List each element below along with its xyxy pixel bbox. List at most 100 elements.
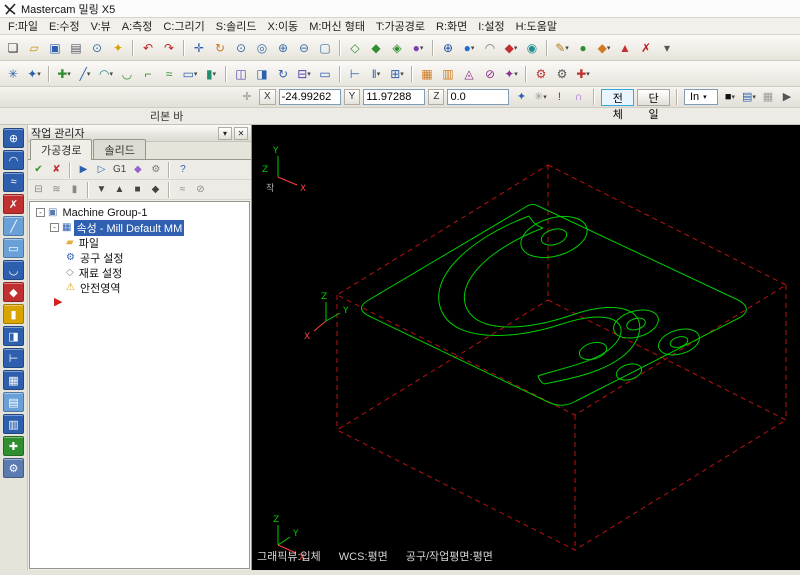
insert-marker-icon[interactable]: ◆: [147, 182, 164, 198]
create-line-icon[interactable]: ╱ ▾: [75, 64, 95, 84]
z-coordinate-input[interactable]: [447, 89, 510, 105]
tab-solids[interactable]: 솔리드: [93, 139, 146, 159]
stop-icon[interactable]: ■: [129, 182, 146, 198]
mru-arc-icon[interactable]: ◠: [3, 150, 24, 170]
viewport-canvas[interactable]: Y Z X 작 Z Y X Z Y X: [252, 125, 800, 570]
break-two-pieces-icon[interactable]: ‖ ▾: [366, 64, 386, 84]
menu-create[interactable]: C:그리기: [158, 17, 209, 35]
analyze-dynamic-icon[interactable]: ● ▾: [459, 38, 479, 58]
xform-scale-icon[interactable]: ▭: [315, 64, 335, 84]
dropdown-arrow-icon[interactable]: ▾: [586, 70, 590, 78]
dropdown-arrow-icon[interactable]: ▾: [607, 44, 611, 52]
dropdown-arrow-icon[interactable]: ▾: [307, 70, 311, 78]
zoom-out-icon[interactable]: ⊖: [294, 38, 314, 58]
zoom-in-icon[interactable]: ⊕: [273, 38, 293, 58]
regen-all-icon[interactable]: ▶: [75, 162, 92, 178]
red-cone-icon[interactable]: ▲: [615, 38, 635, 58]
create-spline-icon[interactable]: ≈: [159, 64, 179, 84]
display-options-icon[interactable]: ● ▾: [408, 38, 428, 58]
attributes-grid-icon[interactable]: ▦: [759, 89, 777, 106]
dropdown-arrow-icon[interactable]: ▾: [514, 70, 518, 78]
dropdown-arrow-icon[interactable]: ▾: [732, 93, 736, 101]
menu-settings[interactable]: I:설정: [473, 17, 509, 35]
dropdown-arrow-icon[interactable]: ▾: [109, 70, 113, 78]
dropdown-arrow-icon[interactable]: ▾: [752, 93, 756, 101]
units-dropdown[interactable]: In ▾: [683, 89, 718, 105]
menu-screen[interactable]: R:화면: [431, 17, 472, 35]
create-fillet-icon[interactable]: ◡: [117, 64, 137, 84]
y-coordinate-input[interactable]: [363, 89, 426, 105]
machine-def-icon[interactable]: ⚙: [531, 64, 551, 84]
more-options-icon[interactable]: ▾: [657, 38, 677, 58]
toolpath-list-icon[interactable]: ≋: [48, 182, 65, 198]
z-axis-button[interactable]: Z: [428, 89, 445, 105]
fit-screen-icon[interactable]: ▢: [315, 38, 335, 58]
backplot-g1-icon[interactable]: G1: [111, 162, 128, 178]
tree-expand-icon[interactable]: -: [50, 223, 59, 232]
menu-machine-type[interactable]: M:머신 형태: [304, 17, 370, 35]
create-chamfer-icon[interactable]: ⌐: [138, 64, 158, 84]
graphics-viewport[interactable]: Y Z X 작 Z Y X Z Y X 그래픽뷰:입체 WCS:평면 공구/작업…: [252, 125, 800, 570]
tree-expand-icon[interactable]: -: [36, 208, 45, 217]
file-properties-icon[interactable]: ⊙: [87, 38, 107, 58]
dropdown-arrow-icon[interactable]: ▾: [194, 70, 198, 78]
move-down-icon[interactable]: ▼: [93, 182, 110, 198]
purple-star-icon[interactable]: ✦ ▾: [501, 64, 521, 84]
menu-edit[interactable]: E:수정: [44, 17, 85, 35]
scroll-icon[interactable]: ≈: [174, 182, 191, 198]
dropdown-arrow-icon[interactable]: ▾: [514, 44, 518, 52]
mru-analyze-icon[interactable]: ⊕: [3, 128, 24, 148]
x-coordinate-input[interactable]: [278, 89, 341, 105]
create-rect-icon[interactable]: ▭ ▾: [180, 64, 200, 84]
open-file-icon[interactable]: ▱: [24, 38, 44, 58]
color-swatch-icon[interactable]: ■ ▾: [721, 89, 739, 106]
zoom-target-icon[interactable]: ◎: [252, 38, 272, 58]
save-file-icon[interactable]: ▣: [45, 38, 65, 58]
control-def-icon[interactable]: ⚙: [552, 64, 572, 84]
mru-gear-icon[interactable]: ⚙: [3, 458, 24, 478]
dropdown-arrow-icon[interactable]: ▾: [37, 70, 41, 78]
dropdown-arrow-icon[interactable]: ▾: [87, 70, 91, 78]
menu-toolpaths[interactable]: T:가공경로: [371, 17, 430, 35]
mru-grid-icon[interactable]: ▦: [3, 370, 24, 390]
dropdown-arrow-icon[interactable]: ▾: [471, 44, 475, 52]
select-all-operations-icon[interactable]: ✔: [30, 162, 47, 178]
mru-fillet-icon[interactable]: ◡: [3, 260, 24, 280]
tree-insert-arrow[interactable]: ▶: [30, 295, 249, 310]
tree-item-machine-group[interactable]: - ▣ Machine Group-1: [30, 205, 249, 220]
selection-arrow-icon[interactable]: ▶: [778, 89, 796, 106]
regen-selected-icon[interactable]: ▷: [93, 162, 110, 178]
no-entry-icon[interactable]: ⊘: [192, 182, 209, 198]
analyze-chain-icon[interactable]: ◆ ▾: [501, 38, 521, 58]
select-single-button[interactable]: 단일: [637, 88, 670, 121]
menu-solids[interactable]: S:솔리드: [211, 17, 262, 35]
mru-line-icon[interactable]: ╱: [3, 216, 24, 236]
verify-icon[interactable]: ◆: [129, 162, 146, 178]
menu-xform[interactable]: X:이동: [263, 17, 304, 35]
new-file-icon[interactable]: ❏: [3, 38, 23, 58]
x-axis-button[interactable]: X: [259, 89, 276, 105]
panel-close-button[interactable]: ✕: [234, 126, 248, 140]
dropdown-arrow-icon[interactable]: ▾: [377, 70, 381, 78]
select-all-button[interactable]: 전체: [601, 88, 635, 121]
dropdown-arrow-icon[interactable]: ▾: [543, 93, 547, 101]
tree-item-stock-setup[interactable]: ◇ 재료 설정: [30, 265, 249, 280]
y-axis-button[interactable]: Y: [343, 89, 361, 105]
shaded-display-icon[interactable]: ◆: [366, 38, 386, 58]
toolpath-display-icon[interactable]: ▮: [66, 182, 83, 198]
fast-point-icon[interactable]: ✦: [512, 89, 530, 106]
dropdown-arrow-icon[interactable]: ▾: [213, 70, 217, 78]
tree-item-properties[interactable]: - ▦ 속성 - Mill Default MM: [30, 219, 249, 236]
create-arc-icon[interactable]: ◠ ▾: [96, 64, 116, 84]
mru-cylinder-icon[interactable]: ▮: [3, 304, 24, 324]
xform-rotate-icon[interactable]: ↻: [273, 64, 293, 84]
dynamic-rotate-icon[interactable]: ↻: [210, 38, 230, 58]
mru-level-icon[interactable]: ▤: [3, 392, 24, 412]
menu-file[interactable]: F:파일: [3, 17, 43, 35]
tree-item-files[interactable]: ▰ 파일: [30, 235, 249, 250]
dropdown-arrow-icon[interactable]: ▾: [420, 44, 424, 52]
xform-translate-icon[interactable]: ◫: [231, 64, 251, 84]
print-icon[interactable]: ▤: [66, 38, 86, 58]
snap-settings-icon[interactable]: ∩: [569, 89, 587, 106]
redo-icon[interactable]: ↷: [159, 38, 179, 58]
